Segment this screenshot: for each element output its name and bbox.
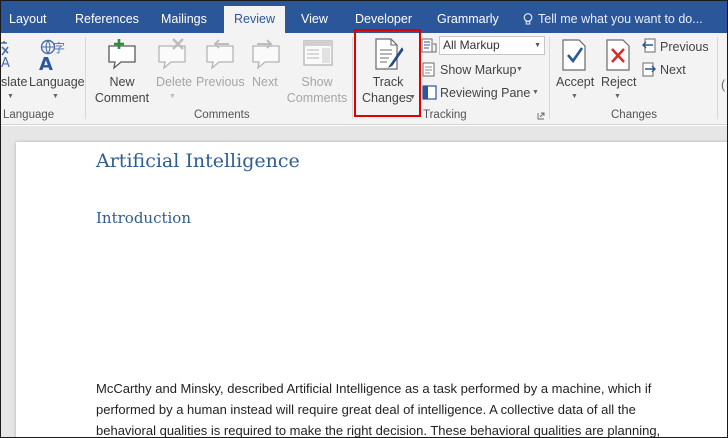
previous-comment-icon[interactable] xyxy=(203,38,237,70)
reject-caret-icon[interactable]: ▼ xyxy=(614,93,621,100)
track-changes-highlight xyxy=(354,29,421,117)
translate-icon: A xyxy=(1,41,10,69)
previous-comment-label[interactable]: Previous xyxy=(196,74,245,90)
new-comment-line2[interactable]: Comment xyxy=(92,90,152,106)
new-comment-line1[interactable]: New xyxy=(97,74,147,90)
language-group-label: Language xyxy=(3,109,55,121)
dialog-launcher-icon[interactable] xyxy=(537,112,545,120)
show-markup-icon xyxy=(422,62,435,77)
display-for-review-icon xyxy=(421,38,437,53)
tracking-group-label: Tracking xyxy=(423,109,467,121)
changes-group-label: Changes xyxy=(611,109,658,121)
chevron-down-icon: ▼ xyxy=(534,42,541,49)
group-divider xyxy=(549,37,550,119)
reject-icon[interactable] xyxy=(603,38,635,72)
paragraph-line: performed by a human instead will requir… xyxy=(96,402,636,417)
delete-button-label[interactable]: Delete xyxy=(156,74,192,90)
ribbon: A slate ▼ 字 A Language ▼ Language New Co… xyxy=(1,29,727,125)
delete-caret-icon[interactable]: ▼ xyxy=(169,93,176,100)
word-window: Layout References Mailings Review View D… xyxy=(0,0,728,438)
tab-references[interactable]: References xyxy=(75,1,139,33)
language-button-label[interactable]: Language xyxy=(29,74,85,90)
reviewing-pane-label[interactable]: Reviewing Pane xyxy=(440,85,530,101)
svg-text:A: A xyxy=(1,56,10,69)
svg-text:字: 字 xyxy=(53,40,65,55)
paragraph-line: behavioral qualities is required to make… xyxy=(96,423,661,438)
tab-review[interactable]: Review xyxy=(224,6,285,33)
next-group-edge: ( xyxy=(721,78,726,92)
svg-text:A: A xyxy=(39,54,53,71)
group-divider xyxy=(85,37,86,119)
reviewing-pane-caret-icon[interactable]: ▼ xyxy=(532,89,539,96)
markup-display-value: All Markup xyxy=(443,38,500,52)
accept-button-label[interactable]: Accept xyxy=(556,74,594,90)
tell-me-box[interactable]: Tell me what you want to do... xyxy=(523,1,703,33)
show-comments-line2[interactable]: Comments xyxy=(285,90,349,106)
document-heading: Introduction xyxy=(96,209,191,227)
tab-layout[interactable]: Layout xyxy=(9,1,47,33)
language-icon: 字 A xyxy=(39,39,65,71)
tab-view[interactable]: View xyxy=(301,1,328,33)
previous-change-icon xyxy=(642,38,656,53)
comments-group-label: Comments xyxy=(194,109,250,121)
next-change-icon xyxy=(642,62,656,77)
translate-caret-icon[interactable]: ▼ xyxy=(7,93,14,100)
next-change-label[interactable]: Next xyxy=(660,62,686,78)
next-comment-label[interactable]: Next xyxy=(252,74,278,90)
new-comment-icon[interactable] xyxy=(105,38,139,70)
lightbulb-icon xyxy=(523,13,533,25)
tab-grammarly[interactable]: Grammarly xyxy=(437,1,499,33)
show-comments-line1[interactable]: Show xyxy=(292,74,342,90)
accept-icon[interactable] xyxy=(559,38,591,72)
tell-me-text: Tell me what you want to do... xyxy=(538,12,703,26)
delete-comment-icon[interactable] xyxy=(155,38,189,70)
tab-mailings[interactable]: Mailings xyxy=(161,1,207,33)
group-divider xyxy=(717,37,718,119)
accept-caret-icon[interactable]: ▼ xyxy=(571,93,578,100)
group-divider xyxy=(352,37,353,119)
markup-display-select[interactable]: All Markup ▼ xyxy=(439,36,545,55)
translate-button-label[interactable]: slate xyxy=(1,74,27,90)
document-title: Artificial Intelligence xyxy=(96,150,300,172)
reject-button-label[interactable]: Reject xyxy=(601,74,636,90)
show-markup-label[interactable]: Show Markup xyxy=(440,62,516,78)
reviewing-pane-icon xyxy=(422,85,437,100)
show-markup-caret-icon[interactable]: ▼ xyxy=(516,66,523,73)
language-caret-icon[interactable]: ▼ xyxy=(52,93,59,100)
previous-change-label[interactable]: Previous xyxy=(660,39,709,55)
next-comment-icon[interactable] xyxy=(249,38,283,70)
paragraph-line: McCarthy and Minsky, described Artificia… xyxy=(96,381,652,396)
show-comments-icon[interactable] xyxy=(302,39,334,69)
